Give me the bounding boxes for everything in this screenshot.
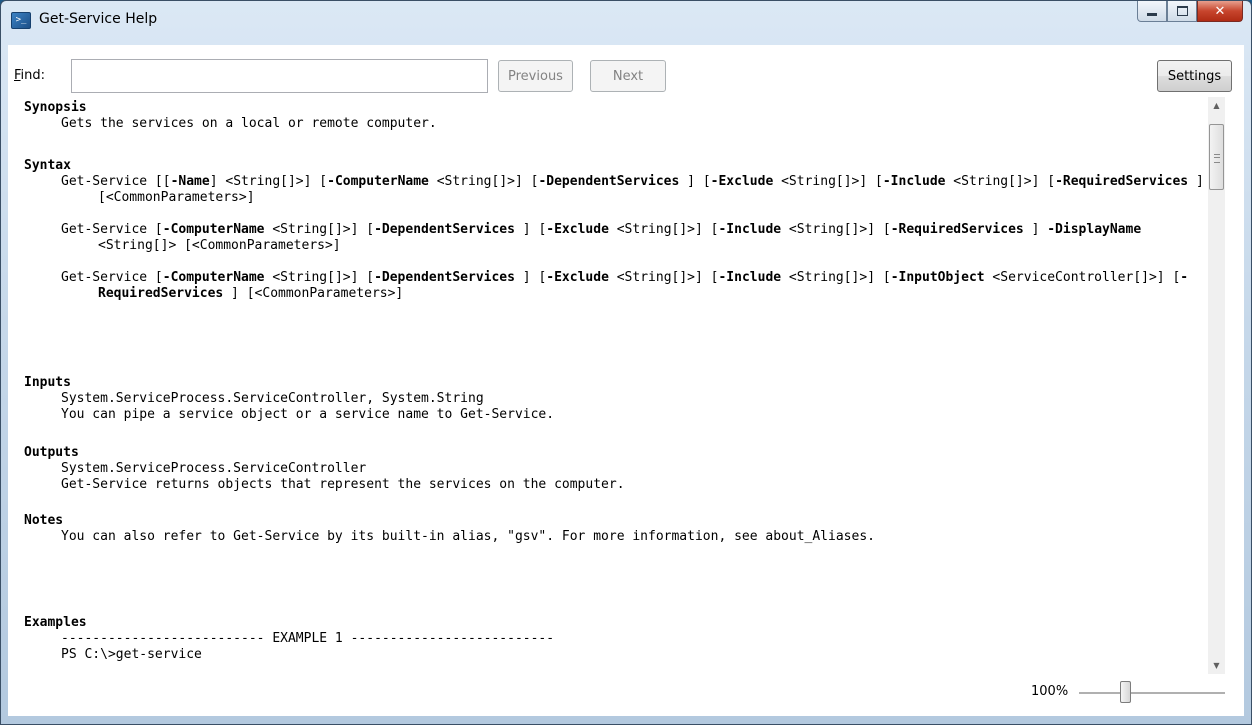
syntax-parameter: -DependentServices [538,174,680,189]
example-command: PS C:\>get-service [61,647,202,662]
next-button[interactable]: Next [590,60,666,92]
section-title: Examples [24,615,87,630]
syntax-text: <String[]>] [ [264,222,375,237]
synopsis-section: Synopsis Gets the services on a local or… [24,100,1204,132]
notes-section: Notes You can also refer to Get-Service … [24,513,1204,545]
help-window: >_ Get-Service Help ✕ Find: Previous Nex… [0,0,1252,725]
syntax-parameter: -ComputerName [162,222,265,237]
zoom-slider-thumb[interactable] [1120,681,1131,703]
syntax-parameter: -RequiredServices [890,222,1024,237]
syntax-parameter: -Include [718,270,782,285]
vertical-scrollbar[interactable]: ▲ ▼ [1208,97,1225,674]
syntax-text: <String[]>] [ [608,270,719,285]
syntax-parameter: -Include [882,174,946,189]
scrollbar-thumb[interactable] [1209,124,1224,190]
syntax-parameter: -Name [170,174,210,189]
client-area: Find: Previous Next Settings Synopsis Ge… [8,45,1244,716]
syntax-text: Get-Service [ [61,222,163,237]
section-title: Inputs [24,375,71,390]
outputs-section: Outputs System.ServiceProcess.ServiceCon… [24,445,1204,493]
find-label-rest: ind: [20,68,46,83]
syntax-text: ] [1023,222,1048,237]
syntax-parameter: -DisplayName [1047,222,1142,237]
find-bar: Find: Previous Next Settings [8,45,1244,95]
minimize-icon [1147,12,1157,16]
previous-button[interactable]: Previous [498,60,573,92]
syntax-text: <String[]>] [ [608,222,719,237]
syntax-text: <String[]>] [ [781,270,891,285]
syntax-text: <String[]> [<CommonParameters>] [98,238,341,253]
scroll-up-icon[interactable]: ▲ [1208,97,1225,114]
maximize-button[interactable] [1167,1,1197,22]
section-title: Syntax [24,158,71,173]
powershell-icon: >_ [11,12,31,29]
syntax-text: <String[]>] [ [781,222,891,237]
zoom-bar: 100% [8,678,1244,716]
examples-section: Examples -------------------------- EXAM… [24,615,1204,663]
inputs-type: System.ServiceProcess.ServiceController,… [61,391,484,406]
syntax-parameter: -Include [718,222,782,237]
notes-text: You can also refer to Get-Service by its… [61,529,875,544]
syntax-text: Get-Service [[ [61,174,171,189]
syntax-text: Get-Service [ [61,270,163,285]
next-label: Next [612,68,644,84]
syntax-text: <String[]>] [ [945,174,1056,189]
syntax-text: ] [<CommonParameters>] [223,286,404,301]
close-icon: ✕ [1214,3,1226,19]
example-header: -------------------------- EXAMPLE 1 ---… [61,631,555,646]
syntax-text: <String[]>] [ [264,270,375,285]
zoom-percentage: 100% [1031,684,1069,699]
outputs-type: System.ServiceProcess.ServiceController [61,461,367,476]
syntax-text: ] [ [679,174,711,189]
syntax-text: ] [ [514,270,547,285]
syntax-parameter: -DependentServices [374,222,515,237]
settings-button[interactable]: Settings [1157,60,1232,92]
scroll-down-icon[interactable]: ▼ [1208,657,1225,674]
syntax-text: <String[]>] [ [773,174,883,189]
maximize-icon [1176,6,1188,16]
help-content[interactable]: Synopsis Gets the services on a local or… [8,95,1205,678]
minimize-button[interactable] [1137,1,1167,22]
syntax-parameter: -InputObject [890,270,985,285]
synopsis-text: Gets the services on a local or remote c… [61,116,437,131]
zoom-slider-track[interactable] [1079,692,1225,695]
settings-label: Settings [1167,68,1222,84]
syntax-section: Syntax Get-Service [[-Name] <String[]>] … [24,158,1204,302]
syntax-parameter: -Exclude [546,222,609,237]
section-title: Outputs [24,445,79,460]
section-title: Notes [24,513,64,528]
syntax-line: Get-Service [-ComputerName <String[]>] [… [61,222,1204,254]
inputs-description: You can pipe a service object or a servi… [61,407,555,422]
inputs-section: Inputs System.ServiceProcess.ServiceCont… [24,375,1204,423]
outputs-description: Get-Service returns objects that represe… [61,477,625,492]
syntax-text: ] <String[]>] [ [209,174,328,189]
find-input[interactable] [71,59,488,93]
syntax-parameter: -Exclude [546,270,609,285]
title-bar[interactable]: >_ Get-Service Help ✕ [1,1,1251,37]
section-title: Synopsis [24,100,87,115]
window-controls: ✕ [1137,1,1243,23]
window-title: Get-Service Help [39,11,158,27]
find-label: Find: [14,68,45,83]
previous-label: Previous [508,68,563,84]
grip-icon [1214,154,1220,163]
syntax-line: Get-Service [[-Name] <String[]>] [-Compu… [61,174,1204,206]
syntax-parameter: -Exclude [710,174,774,189]
syntax-parameter: -ComputerName [327,174,429,189]
syntax-text: <String[]>] [ [428,174,539,189]
close-button[interactable]: ✕ [1197,1,1243,22]
syntax-text: <ServiceController[]>] [ [984,270,1181,285]
syntax-text: ] [ [514,222,547,237]
syntax-parameter: -ComputerName [162,270,265,285]
syntax-line: Get-Service [-ComputerName <String[]>] [… [61,270,1204,302]
syntax-parameter: -DependentServices [374,270,515,285]
syntax-parameter: -RequiredServices [1055,174,1189,189]
